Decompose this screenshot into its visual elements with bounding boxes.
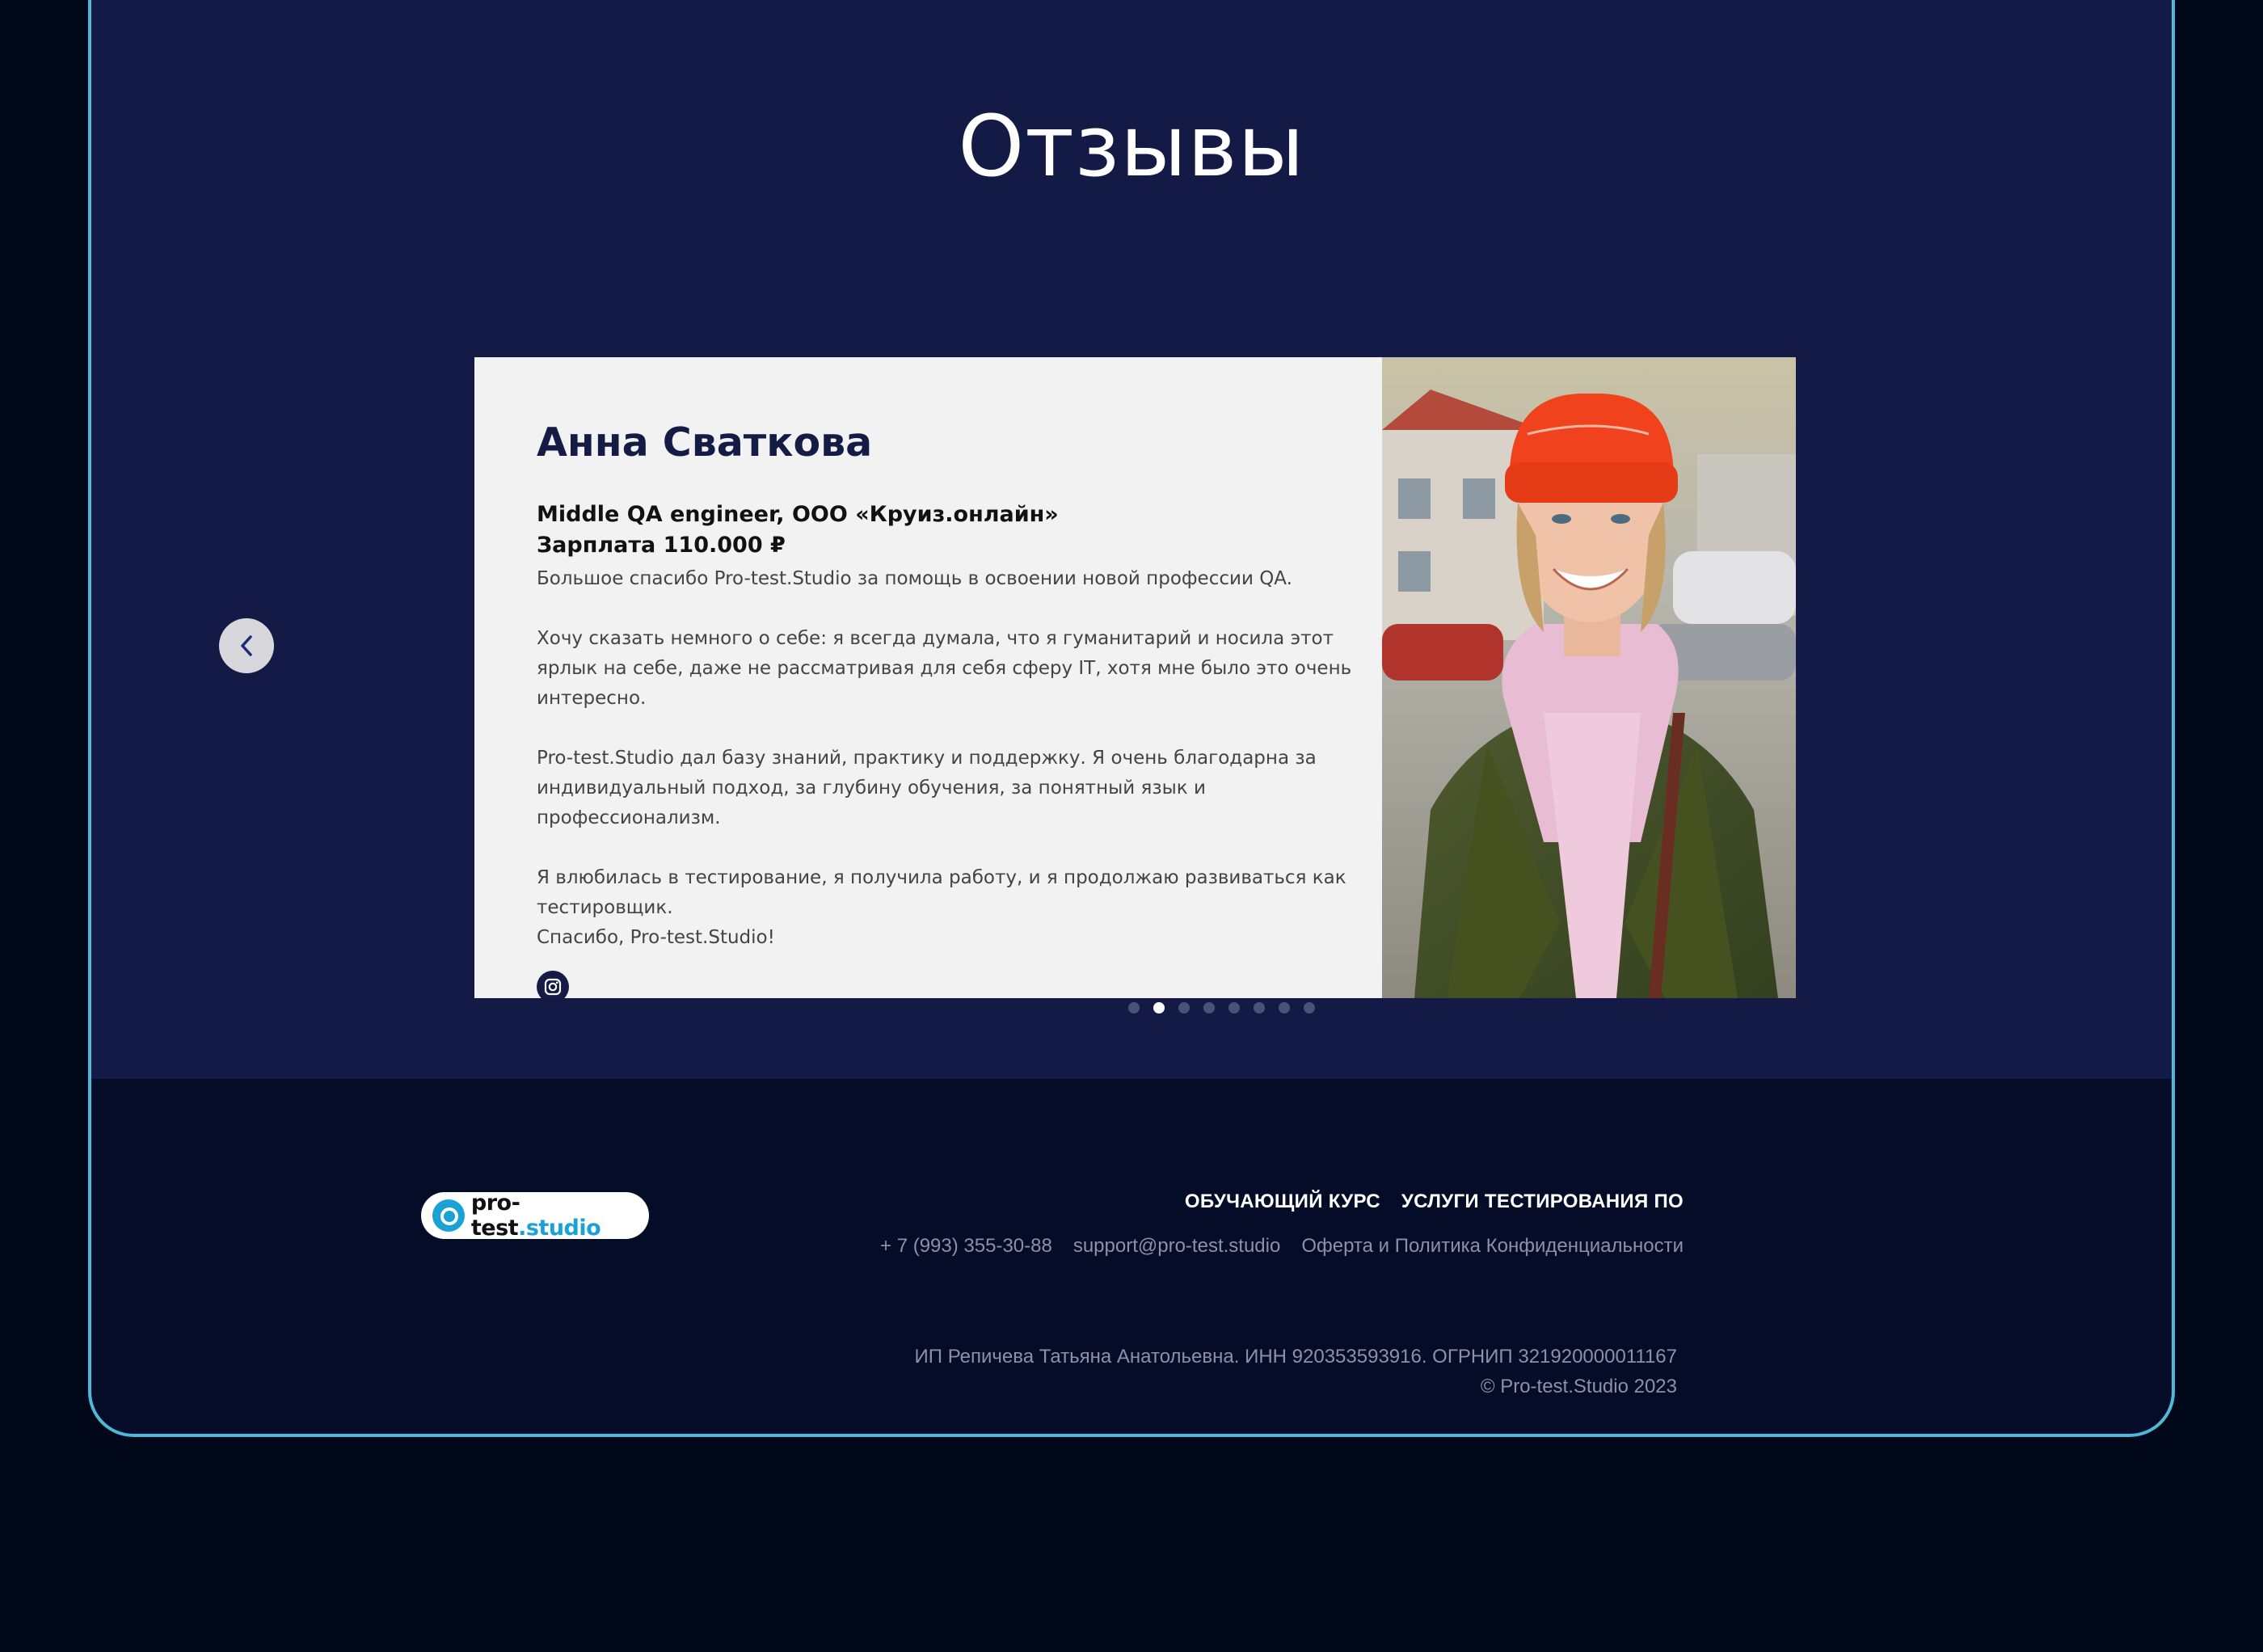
- review-card: Анна Сваткова Middle QA engineer, ООО «К…: [474, 357, 1796, 998]
- carousel-prev-button[interactable]: [219, 618, 274, 673]
- section-title: Отзывы: [958, 97, 1305, 196]
- review-paragraph: Хочу сказать немного о себе: я всегда ду…: [537, 628, 1352, 709]
- review-paragraph: Большое спасибо Pro-test.Studio за помощ…: [537, 568, 1292, 589]
- carousel-dot[interactable]: [1203, 1002, 1215, 1014]
- carousel-dot[interactable]: [1254, 1002, 1265, 1014]
- footer-legal: ИП Репичева Татьяна Анатольевна. ИНН 920…: [915, 1342, 1677, 1401]
- footer-nav-course[interactable]: ОБУЧАЮЩИЙ КУРС: [1185, 1191, 1380, 1213]
- review-paragraph: Я влюбилась в тестирование, я получила р…: [537, 867, 1346, 918]
- legal-entity-info: ИП Репичева Татьяна Анатольевна. ИНН 920…: [914, 1346, 1677, 1368]
- carousel-dot[interactable]: [1228, 1002, 1240, 1014]
- review-body: Большое спасибо Pro-test.Studio за помощ…: [537, 564, 1361, 953]
- footer-phone[interactable]: + 7 (993) 355-30-88: [880, 1235, 1052, 1258]
- reviewer-name: Анна Сваткова: [537, 419, 873, 466]
- reviewer-role: Middle QA engineer, ООО «Круиз.онлайн»: [537, 502, 1059, 527]
- instagram-link[interactable]: [537, 971, 569, 998]
- reviewer-salary: Зарплата 110.000 ₽: [537, 533, 786, 558]
- review-paragraph: Pro-test.Studio дал базу знаний, практик…: [537, 748, 1317, 828]
- carousel-dot[interactable]: [1279, 1002, 1290, 1014]
- footer-contacts: + 7 (993) 355-30-88 support@pro-test.stu…: [880, 1235, 1684, 1258]
- footer-nav-testing-services[interactable]: УСЛУГИ ТЕСТИРОВАНИЯ ПО: [1401, 1191, 1684, 1213]
- copyright: © Pro-test.Studio 2023: [1480, 1376, 1677, 1397]
- carousel-next-button[interactable]: [2172, 618, 2175, 673]
- carousel-pagination: [1128, 1002, 1315, 1014]
- carousel-dot[interactable]: [1128, 1002, 1140, 1014]
- footer-logo[interactable]: pro-test.studio: [421, 1191, 649, 1241]
- logo-mark-icon: [432, 1199, 465, 1232]
- chevron-left-icon: [241, 635, 252, 656]
- carousel-dot[interactable]: [1304, 1002, 1315, 1014]
- carousel-dot-active[interactable]: [1153, 1002, 1165, 1014]
- reviews-section: Отзывы Анна Сваткова Middle QA engineer,…: [91, 0, 2172, 1079]
- footer-nav: ОБУЧАЮЩИЙ КУРС УСЛУГИ ТЕСТИРОВАНИЯ ПО: [1185, 1191, 1684, 1213]
- footer-email[interactable]: support@pro-test.studio: [1073, 1235, 1281, 1258]
- review-content: Анна Сваткова Middle QA engineer, ООО «К…: [537, 417, 1361, 998]
- footer-policy-link[interactable]: Оферта и Политика Конфиденциальности: [1301, 1235, 1684, 1258]
- review-paragraph: Спасибо, Pro-test.Studio!: [537, 927, 775, 948]
- carousel-dot[interactable]: [1178, 1002, 1190, 1014]
- page-frame: Отзывы Анна Сваткова Middle QA engineer,…: [88, 0, 2175, 1437]
- reviewer-photo: [1382, 357, 1796, 998]
- logo-text: pro-test.studio: [470, 1191, 601, 1241]
- instagram-icon: [544, 978, 562, 996]
